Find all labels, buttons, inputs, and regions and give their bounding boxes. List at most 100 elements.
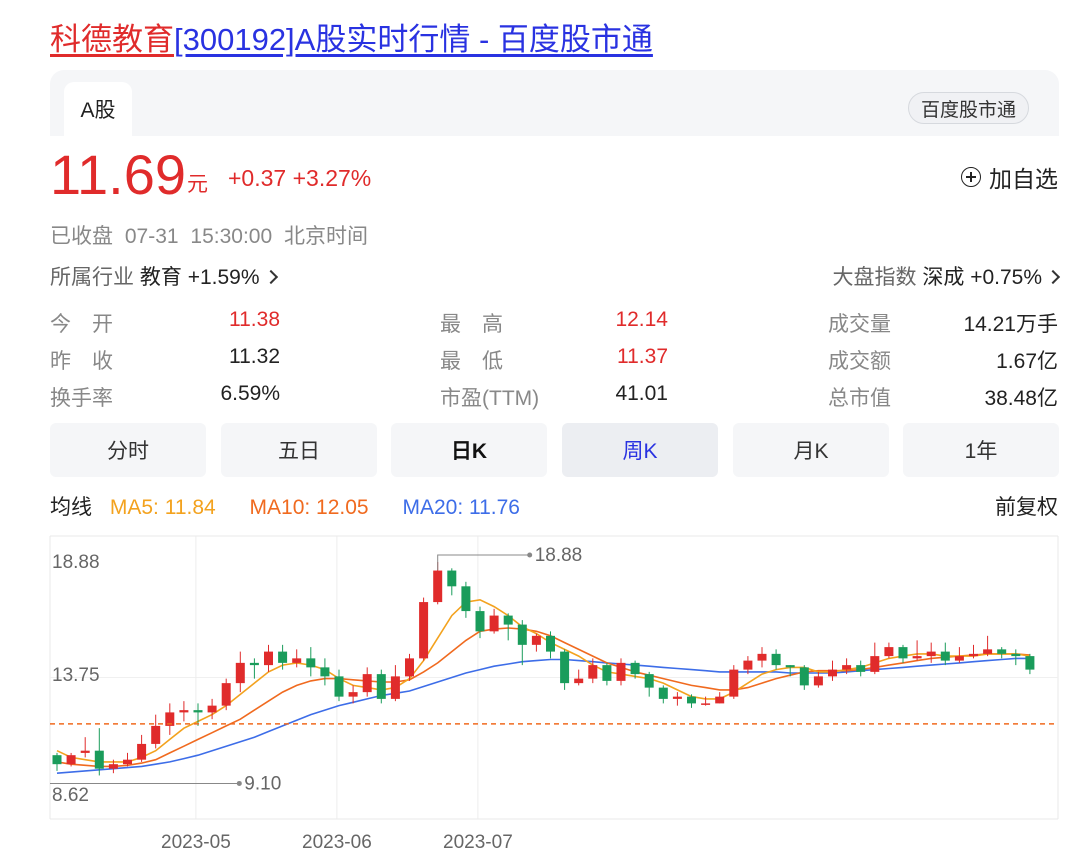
- candle-body: [419, 602, 429, 659]
- stat-label-high: 最 高: [440, 313, 503, 336]
- chevron-right-icon: [263, 269, 278, 285]
- candle-body: [221, 683, 231, 706]
- tab-a-share[interactable]: A股: [64, 82, 132, 136]
- add-watchlist-label: 加自选: [989, 166, 1058, 192]
- tab-one-year[interactable]: 1年: [903, 423, 1059, 477]
- candle-body: [715, 696, 725, 704]
- title-code-link[interactable]: [300192]A股实时行情 - 百度股市通: [174, 22, 653, 57]
- status-timezone: 北京时间: [283, 225, 368, 248]
- stat-value-pe: 41.01: [615, 382, 668, 405]
- candle-body: [842, 665, 852, 670]
- price-change: +0.37 +3.27%: [228, 165, 371, 192]
- ma10-legend: MA10: 12.05: [249, 496, 369, 519]
- candle-body: [151, 725, 161, 744]
- candle-body: [546, 635, 555, 652]
- candle-body: [898, 647, 908, 659]
- candle-body: [954, 656, 964, 661]
- candle-body: [940, 651, 950, 661]
- candle-body: [503, 615, 513, 625]
- price-unit: 元: [187, 173, 208, 196]
- tab-monthly-k[interactable]: 月K: [733, 423, 889, 477]
- candle-body: [334, 676, 344, 697]
- stat-value-turnover-rate: 6.59%: [220, 382, 280, 405]
- candle-body: [376, 674, 386, 699]
- candle-body: [447, 570, 457, 587]
- candle-body: [983, 649, 993, 654]
- low-annotation-dot: [236, 780, 242, 786]
- candle-body: [658, 687, 668, 699]
- tab-weekly-k[interactable]: 周K: [562, 423, 718, 477]
- add-watchlist-button[interactable]: 加自选: [961, 160, 1058, 194]
- candle-body: [80, 750, 90, 753]
- market-index-link[interactable]: 大盘指数 深成 +0.75%: [832, 261, 1061, 291]
- y-tick-label: 18.88: [52, 552, 100, 573]
- candle-body: [108, 764, 118, 769]
- page-title[interactable]: 科德教育[300192]A股实时行情 - 百度股市通: [50, 18, 653, 62]
- ma-legend: 均线 MA5: 11.84 MA10: 12.05 MA20: 11.76: [50, 491, 520, 521]
- candle-body: [1025, 656, 1035, 670]
- tab-daily-k[interactable]: 日K: [391, 423, 547, 477]
- stat-label-pe: 市盈(TTM): [440, 387, 540, 410]
- candle-body: [644, 674, 654, 688]
- high-annotation-label: 18.88: [535, 545, 583, 566]
- candle-body: [729, 669, 739, 697]
- chevron-right-icon: [1045, 269, 1061, 285]
- tab-intraday[interactable]: 分时: [50, 423, 206, 477]
- tab-five-day[interactable]: 五日: [221, 423, 377, 477]
- candle-body: [264, 651, 273, 666]
- market-change: +0.75%: [970, 266, 1042, 289]
- period-tabs: 分时 五日 日K 周K 月K 1年: [50, 423, 1059, 477]
- stat-label-volume: 成交量: [828, 313, 891, 336]
- brand-chip[interactable]: 百度股市通: [907, 92, 1029, 124]
- stat-value-market-cap: 38.48亿: [984, 387, 1058, 410]
- industry-link[interactable]: 所属行业 教育 +1.59%: [50, 261, 278, 291]
- candle-body: [743, 660, 753, 670]
- title-stock-name[interactable]: 科德教育: [50, 22, 174, 57]
- x-tick-label: 2023-06: [302, 832, 372, 853]
- market-name: 深成: [922, 266, 965, 289]
- candle-body: [390, 676, 400, 699]
- candle-body: [207, 705, 217, 713]
- kline-chart[interactable]: 2023-05 2023-06 2023-07 18.88 13.75 8.62 18.88…: [0, 530, 1080, 853]
- price-adjust-toggle[interactable]: 前复权: [995, 491, 1058, 521]
- candle-body: [489, 615, 499, 632]
- low-annotation-label: 9.10: [244, 773, 281, 794]
- x-tick-label: 2023-07: [443, 832, 513, 853]
- candle-body: [785, 665, 795, 668]
- candle-body: [969, 653, 978, 657]
- market-label: 大盘指数: [832, 266, 917, 289]
- candle-body: [912, 656, 922, 659]
- candle-body: [884, 647, 894, 657]
- candle-body: [560, 651, 570, 684]
- change-value: +0.37: [228, 165, 287, 191]
- industry-name: 教育: [139, 266, 182, 289]
- industry-label: 所属行业: [50, 266, 134, 289]
- candle-body: [997, 649, 1007, 654]
- candle-body: [799, 667, 809, 686]
- market-status: 已收盘 07-31 15:30:00 北京时间: [50, 220, 368, 250]
- y-tick-label: 8.62: [52, 785, 89, 806]
- candle-body: [630, 662, 640, 675]
- candle-body: [856, 665, 866, 672]
- candle-body: [278, 651, 288, 663]
- ma5-legend: MA5: 11.84: [109, 496, 216, 519]
- candle-body: [602, 665, 612, 681]
- candle-body: [475, 611, 485, 632]
- candle-body: [828, 669, 837, 677]
- candle-body: [926, 651, 936, 657]
- candle-body: [193, 710, 203, 713]
- stat-label-turnover: 成交额: [828, 350, 891, 373]
- candle-body: [517, 624, 527, 645]
- stat-value-prev-close: 11.32: [229, 345, 280, 368]
- candle-body: [249, 662, 259, 666]
- candle-body: [672, 696, 682, 699]
- candle-body: [66, 755, 76, 765]
- stat-label-market-cap: 总市值: [828, 387, 891, 410]
- stat-value-open: 11.38: [229, 308, 280, 331]
- ma20-line: [56, 657, 1030, 774]
- candle-body: [94, 750, 104, 769]
- candle-body: [1011, 653, 1021, 657]
- candle-body: [179, 710, 189, 713]
- plus-circle-icon: [961, 167, 981, 187]
- high-annotation-dot: [527, 552, 533, 558]
